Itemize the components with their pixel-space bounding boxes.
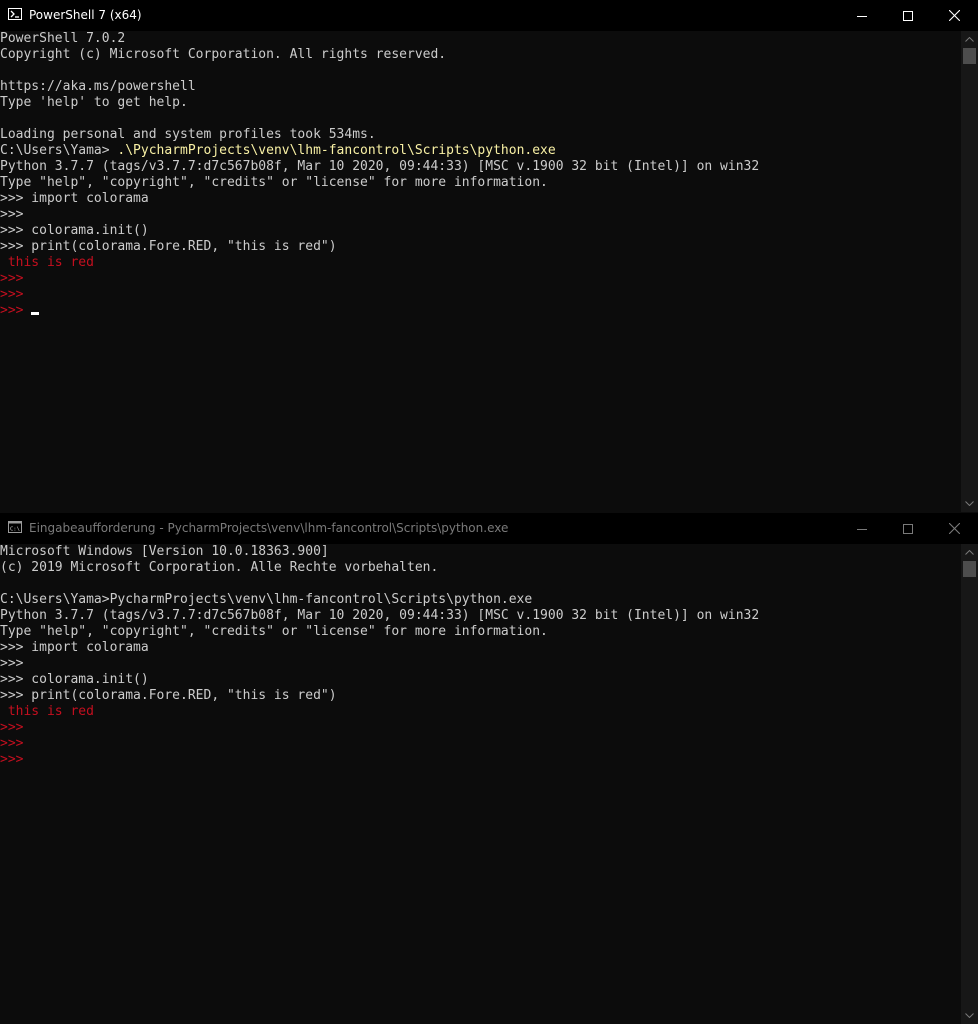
cmd-window[interactable]: C:\ Eingabeaufforderung - PycharmProject… (0, 513, 978, 1024)
scrollbar-thumb[interactable] (963, 561, 976, 577)
terminal-output[interactable]: PowerShell 7.0.2 Copyright (c) Microsoft … (0, 31, 960, 512)
maximize-icon (903, 10, 913, 21)
terminal-line: C:\Users\Yama> .\PycharmProjects\venv\lh… (0, 143, 960, 159)
close-icon (948, 10, 960, 21)
terminal-line: >>> (0, 271, 960, 287)
scrollbar-thumb[interactable] (963, 48, 976, 64)
terminal-line: (c) 2019 Microsoft Corporation. Alle Rec… (0, 560, 960, 576)
terminal-text: https://aka.ms/powershell (0, 79, 196, 94)
terminal-text: >>> (0, 207, 24, 222)
minimize-icon (857, 528, 867, 530)
terminal-text: >>> colorama.init() (0, 223, 149, 238)
terminal-line: >>> (0, 720, 960, 736)
powershell-window[interactable]: PowerShell 7 (x64) PowerShell 7.0.2 Copyr… (0, 0, 978, 512)
terminal-line: PowerShell 7.0.2 (0, 31, 960, 47)
terminal-line: >>> print(colorama.Fore.RED, "this is re… (0, 688, 960, 704)
terminal-text: Copyright (c) Microsoft Corporation. All… (0, 47, 447, 62)
terminal-line: Python 3.7.7 (tags/v3.7.7:d7c567b08f, Ma… (0, 608, 960, 624)
minimize-button[interactable] (839, 513, 885, 544)
terminal-line: >>> (0, 287, 960, 303)
text-cursor (31, 312, 40, 315)
chevron-down-icon (965, 1013, 974, 1018)
terminal-line: >>> (0, 656, 960, 672)
terminal-text: >>> print(colorama.Fore.RED, "this is re… (0, 239, 337, 254)
terminal-text: .\PycharmProjects\venv\lhm-fancontrol\Sc… (117, 143, 556, 158)
minimize-icon (857, 15, 867, 17)
maximize-button[interactable] (885, 0, 931, 31)
terminal-line: >>> colorama.init() (0, 672, 960, 688)
terminal-text: (c) 2019 Microsoft Corporation. Alle Rec… (0, 560, 439, 575)
terminal-text: Python 3.7.7 (tags/v3.7.7:d7c567b08f, Ma… (0, 608, 760, 623)
cmd-icon: C:\ (8, 521, 22, 533)
terminal-line: >>> (0, 303, 960, 319)
svg-text:C:\: C:\ (10, 527, 20, 533)
terminal-line: >>> colorama.init() (0, 223, 960, 239)
cmd-titlebar[interactable]: C:\ Eingabeaufforderung - PycharmProject… (0, 513, 978, 544)
terminal-line: Type 'help' to get help. (0, 95, 960, 111)
terminal-text: Microsoft Windows [Version 10.0.18363.90… (0, 544, 329, 559)
close-icon (948, 523, 960, 534)
terminal-text: >>> (0, 736, 24, 751)
terminal-text: >>> import colorama (0, 640, 149, 655)
maximize-button[interactable] (885, 513, 931, 544)
maximize-icon (903, 523, 913, 534)
terminal-line: >>> import colorama (0, 191, 960, 207)
vertical-scrollbar[interactable] (961, 544, 978, 1024)
close-button[interactable] (931, 0, 977, 31)
scroll-up-button[interactable] (961, 544, 978, 561)
powershell-titlebar[interactable]: PowerShell 7 (x64) (0, 0, 978, 31)
terminal-text: >>> colorama.init() (0, 672, 149, 687)
terminal-text: this is red (0, 704, 94, 719)
terminal-text: >>> (0, 271, 24, 286)
terminal-text: C:\Users\Yama>PycharmProjects\venv\lhm-f… (0, 592, 533, 607)
terminal-text: PowerShell 7.0.2 (0, 31, 126, 46)
terminal-line: >>> import colorama (0, 640, 960, 656)
scroll-down-button[interactable] (961, 1007, 978, 1024)
terminal-output[interactable]: Microsoft Windows [Version 10.0.18363.90… (0, 544, 960, 1024)
scroll-up-button[interactable] (961, 31, 978, 48)
terminal-text: >>> (0, 720, 24, 735)
terminal-line: Python 3.7.7 (tags/v3.7.7:d7c567b08f, Ma… (0, 159, 960, 175)
terminal-text: >>> (0, 303, 32, 318)
terminal-line: Loading personal and system profiles too… (0, 127, 960, 143)
terminal-text: C:\Users\Yama> (0, 143, 118, 158)
terminal-line: https://aka.ms/powershell (0, 79, 960, 95)
powershell-icon (8, 8, 22, 20)
terminal-line: Copyright (c) Microsoft Corporation. All… (0, 47, 960, 63)
terminal-text: >>> import colorama (0, 191, 149, 206)
chevron-down-icon (965, 501, 974, 506)
close-button[interactable] (931, 513, 977, 544)
terminal-text: Type 'help' to get help. (0, 95, 188, 110)
window-title: Eingabeaufforderung - PycharmProjects\ve… (29, 521, 509, 535)
chevron-up-icon (965, 37, 974, 42)
vertical-scrollbar[interactable] (961, 31, 978, 512)
window-title: PowerShell 7 (x64) (29, 8, 142, 22)
terminal-text: Loading personal and system profiles too… (0, 127, 376, 142)
terminal-text: >>> (0, 752, 24, 767)
terminal-line: >>> print(colorama.Fore.RED, "this is re… (0, 239, 960, 255)
terminal-text: >>> (0, 656, 24, 671)
terminal-text: this is red (0, 255, 94, 270)
terminal-line: C:\Users\Yama>PycharmProjects\venv\lhm-f… (0, 592, 960, 608)
terminal-line: >>> (0, 207, 960, 223)
minimize-button[interactable] (839, 0, 885, 31)
terminal-line: >>> (0, 752, 960, 768)
terminal-text: >>> print(colorama.Fore.RED, "this is re… (0, 688, 337, 703)
terminal-text: Type "help", "copyright", "credits" or "… (0, 624, 548, 639)
terminal-text: Python 3.7.7 (tags/v3.7.7:d7c567b08f, Ma… (0, 159, 760, 174)
terminal-line: Type "help", "copyright", "credits" or "… (0, 624, 960, 640)
terminal-line: Type "help", "copyright", "credits" or "… (0, 175, 960, 191)
terminal-text: Type "help", "copyright", "credits" or "… (0, 175, 548, 190)
terminal-line: Microsoft Windows [Version 10.0.18363.90… (0, 544, 960, 560)
terminal-line: this is red (0, 255, 960, 271)
terminal-line: >>> (0, 736, 960, 752)
chevron-up-icon (965, 550, 974, 555)
scroll-down-button[interactable] (961, 495, 978, 512)
terminal-line: this is red (0, 704, 960, 720)
terminal-text: >>> (0, 287, 24, 302)
